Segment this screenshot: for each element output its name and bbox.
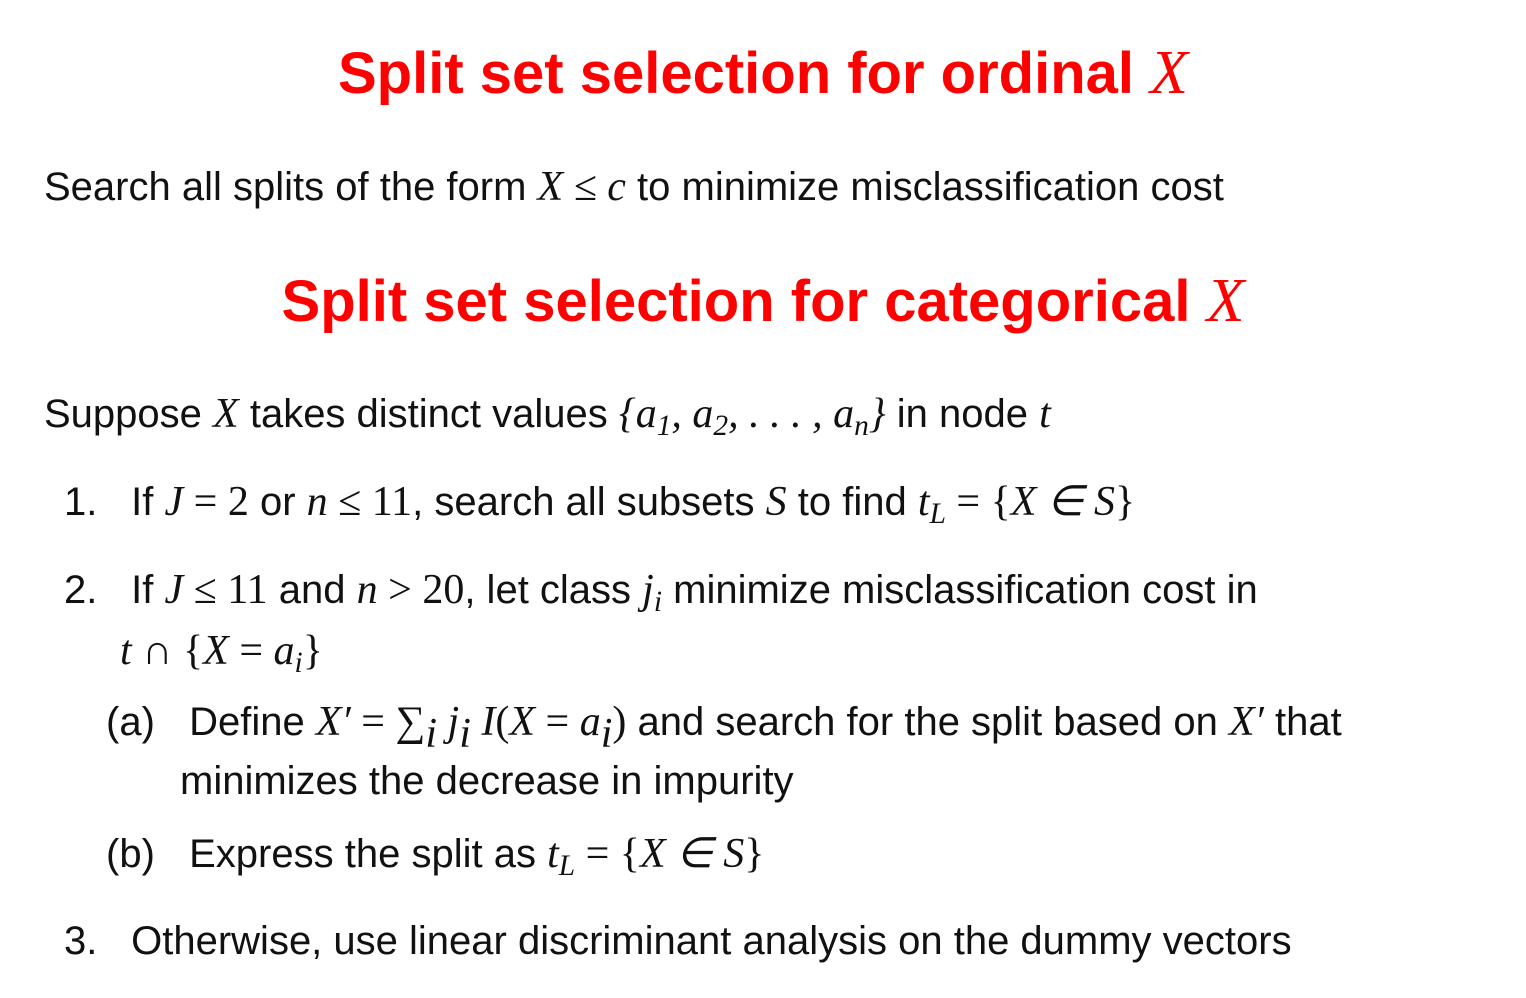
subitem-a-m3: I: [470, 699, 496, 745]
categorical-title: Split set selection for categorical X: [0, 270, 1526, 332]
item1-m1r: = 2: [183, 479, 249, 525]
categorical-intro: Suppose X takes distinct values {a1, a2,…: [44, 391, 1051, 441]
subitem-a-m5r: ): [612, 699, 627, 745]
subitem-b-m1: tL: [547, 831, 575, 881]
item2-t4: minimize misclassification cost in: [673, 568, 1258, 612]
item2-m2: n: [356, 567, 378, 613]
intro-t3: in node: [896, 392, 1028, 436]
subitem-a-m2sub: i: [459, 710, 471, 757]
intro-rest: , . . . , a: [728, 391, 855, 437]
subitem-label: (b): [106, 832, 155, 876]
subitem-b-t1: Express the split as: [189, 832, 536, 876]
ordinal-title-text: Split set selection for ordinal: [337, 41, 1135, 106]
item1-m1: J: [164, 479, 184, 525]
item2-m3-j: j: [642, 567, 654, 613]
subitem-a-t3: that: [1274, 700, 1342, 744]
item2-l2-m1: t: [120, 628, 132, 674]
item2-l2-r2: =: [228, 628, 274, 674]
subitem-a-m2: j: [437, 699, 460, 745]
item1-t2: or: [259, 480, 296, 524]
item1-m4r: = {: [945, 479, 1011, 525]
list-item-1: 1. If J = 2 or n ≤ 11, search all subset…: [64, 479, 1136, 529]
item2-l2-m2: X: [203, 628, 229, 674]
item1-m4v: X ∈ S: [1010, 479, 1116, 525]
list-subitem-a: (a) Define X′ = ∑i ji I(X = ai) and sear…: [106, 699, 1342, 755]
item-number: 3.: [64, 919, 98, 963]
item1-t3: , search all subsets: [412, 480, 755, 524]
intro-m3: t: [1039, 391, 1051, 437]
item1-m2: n: [306, 479, 328, 525]
item2-m3: ji: [642, 567, 662, 617]
ordinal-line-suffix: to minimize misclassification cost: [637, 165, 1224, 209]
subitem-b-sub: L: [558, 850, 576, 883]
subitem-a-m4r: =: [535, 699, 580, 745]
intro-t2: takes distinct values: [249, 392, 608, 436]
item2-m1: J: [164, 567, 184, 613]
item2-l2-a: a: [273, 628, 295, 674]
item2-t3: , let class: [464, 568, 632, 612]
subitem-a-m1r: = ∑: [350, 699, 426, 745]
intro-sub2: 2: [713, 410, 729, 443]
subitem-b-m2: X ∈ S: [639, 831, 745, 877]
subitem-a-m1sub: i: [425, 710, 438, 757]
item2-m3-sub: i: [653, 586, 663, 619]
item-number: 1.: [64, 480, 98, 524]
item1-t4: to find: [797, 480, 907, 524]
subitem-b-m2c: }: [744, 831, 765, 877]
item2-t1: If: [131, 568, 154, 612]
list-subitem-b: (b) Express the split as tL = {X ∈ S}: [106, 831, 765, 881]
categorical-title-text: Split set selection for categorical: [281, 269, 1191, 334]
item1-m4-t: t: [917, 479, 930, 525]
subitem-a-t2: and search for the split based on: [637, 700, 1218, 744]
item1-m4-sub: L: [929, 498, 946, 531]
item2-l2-close: }: [302, 628, 323, 674]
item2-l2-sub: i: [294, 647, 303, 680]
item2-m1r: ≤ 11: [183, 567, 268, 613]
item-number: 2.: [64, 568, 98, 612]
subitem-a-m6: X′: [1229, 699, 1264, 745]
intro-mid: , a: [671, 391, 714, 437]
item2-m2r: > 20: [377, 567, 465, 613]
ordinal-line-math: X ≤ c: [537, 164, 626, 210]
intro-subn: n: [854, 410, 869, 443]
item1-m4c: }: [1115, 479, 1136, 525]
ordinal-description: Search all splits of the form X ≤ c to m…: [44, 166, 1224, 208]
subitem-a-m5: a: [579, 699, 601, 745]
subitem-b-m1r: = {: [575, 831, 640, 877]
list-item-2: 2. If J ≤ 11 and n > 20, let class ji mi…: [64, 567, 1258, 617]
subitem-a-m1: X′: [315, 699, 351, 745]
subitem-a-m3r: (: [495, 699, 510, 745]
intro-open: {a: [618, 391, 657, 437]
intro-sub1: 1: [656, 410, 672, 443]
item2-l2-r1: ∩ {: [131, 628, 204, 674]
ordinal-title-var: X: [1150, 39, 1189, 107]
intro-m1: X: [213, 391, 239, 437]
subitem-b-t: t: [547, 831, 559, 877]
ordinal-title: Split set selection for ordinal X: [0, 42, 1526, 104]
item1-t1: If: [131, 480, 154, 524]
item1-m3: S: [765, 479, 787, 525]
item1-m2r: ≤ 11: [327, 479, 413, 525]
list-item-2-line-2: t ∩ {X = ai}: [120, 628, 323, 678]
subitem-a-t1: Define: [189, 700, 305, 744]
subitem-a-line2: minimizes the decrease in impurity: [180, 759, 794, 803]
subitem-a-m5sub: i: [600, 710, 613, 757]
item2-t2: and: [278, 568, 346, 612]
intro-close: }: [868, 391, 886, 437]
categorical-title-var: X: [1206, 267, 1245, 335]
item2-l2-m3: ai: [273, 628, 303, 678]
item1-m4: tL: [917, 479, 946, 529]
list-subitem-a-line-2: minimizes the decrease in impurity: [180, 761, 794, 801]
subitem-label: (a): [106, 700, 155, 744]
list-item-3: 3. Otherwise, use linear discriminant an…: [64, 921, 1292, 961]
intro-t1: Suppose: [44, 392, 202, 436]
ordinal-line-prefix: Search all splits of the form: [44, 165, 527, 209]
item3-text: Otherwise, use linear discriminant analy…: [131, 919, 1292, 963]
intro-values-set: {a1, a2, . . . , an}: [618, 391, 886, 441]
subitem-a-m4: X: [509, 699, 536, 745]
